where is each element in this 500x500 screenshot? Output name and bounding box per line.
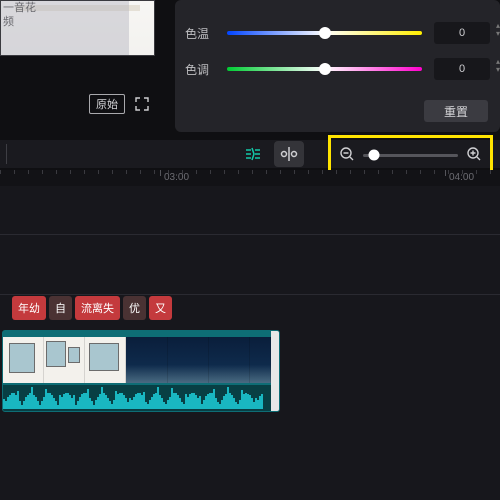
reset-button[interactable]: 重置 bbox=[424, 100, 488, 122]
tint-step-down-icon[interactable]: ▾ bbox=[496, 66, 500, 74]
split-tool-icon[interactable] bbox=[274, 141, 304, 167]
video-clip[interactable] bbox=[2, 330, 280, 412]
caption-tags: 年幼 自 流离失 优 又 bbox=[12, 296, 172, 320]
temp-step-down-icon[interactable]: ▾ bbox=[496, 30, 500, 38]
zoom-slider-knob[interactable] bbox=[369, 150, 380, 161]
timeline-zoom-group bbox=[328, 135, 493, 175]
caption-tag[interactable]: 年幼 bbox=[12, 296, 46, 320]
temp-label: 色温 bbox=[185, 25, 215, 42]
align-tool-icon[interactable] bbox=[238, 141, 268, 167]
color-tint-row: 色调 0 ▴ ▾ bbox=[185, 56, 490, 82]
tint-value-input[interactable]: 0 ▴ ▾ bbox=[434, 58, 490, 80]
caption-tag[interactable]: 流离失 bbox=[75, 296, 120, 320]
preview-thumbnail[interactable]: 一音花 频 bbox=[0, 0, 155, 56]
caption-tag[interactable]: 优 bbox=[123, 296, 146, 320]
color-adjust-panel: 色温 0 ▴ ▾ 色调 0 ▴ ▾ 重置 bbox=[175, 0, 500, 132]
caption-tag[interactable]: 又 bbox=[149, 296, 172, 320]
temp-slider[interactable] bbox=[227, 31, 422, 35]
clip-thumbnails bbox=[3, 337, 271, 383]
expand-icon[interactable] bbox=[135, 97, 149, 111]
clip-waveform bbox=[3, 385, 271, 411]
caption-tag[interactable]: 自 bbox=[49, 296, 72, 320]
preview-overlay-text: 一音花 频 bbox=[3, 1, 36, 29]
clip-handle-right[interactable] bbox=[271, 331, 279, 411]
temp-value-input[interactable]: 0 ▴ ▾ bbox=[434, 22, 490, 44]
tint-label: 色调 bbox=[185, 61, 215, 78]
zoom-in-icon[interactable] bbox=[466, 146, 482, 165]
color-temperature-row: 色温 0 ▴ ▾ bbox=[185, 20, 490, 46]
zoom-slider[interactable] bbox=[363, 154, 458, 157]
original-button[interactable]: 原始 bbox=[89, 94, 125, 114]
zoom-out-icon[interactable] bbox=[339, 146, 355, 165]
tint-slider[interactable] bbox=[227, 67, 422, 71]
timeline-ruler[interactable]: 03:00 04:00 bbox=[0, 170, 500, 186]
